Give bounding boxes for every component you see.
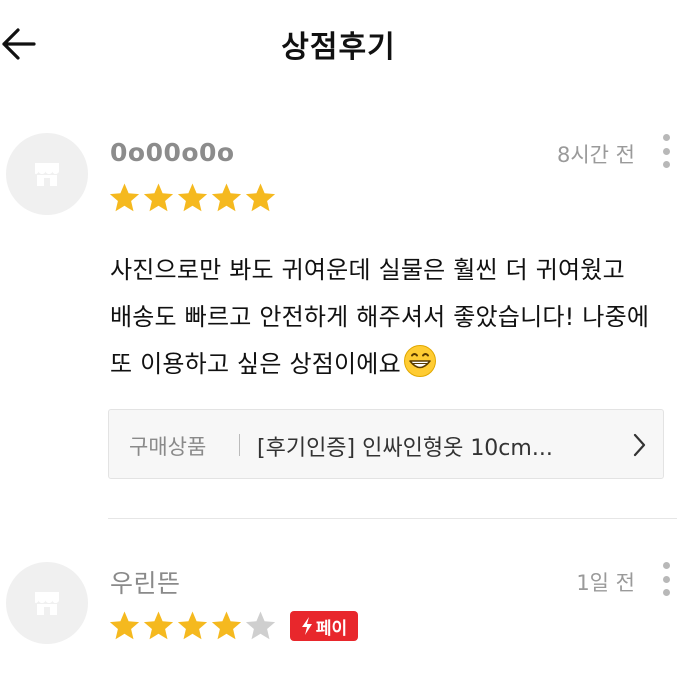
star-filled-icon bbox=[245, 183, 276, 212]
star-rating bbox=[108, 182, 277, 215]
lightning-icon bbox=[301, 617, 312, 635]
star-filled-icon bbox=[177, 611, 208, 640]
star-empty-icon bbox=[245, 611, 276, 640]
reviewer-name[interactable]: 우린뜬 bbox=[110, 564, 181, 600]
reviewer-name[interactable]: 0o00o0o bbox=[110, 138, 235, 167]
star-filled-icon bbox=[143, 183, 174, 212]
review-timestamp: 8시간 전 bbox=[557, 143, 635, 167]
review-text-content: 사진으로만 봐도 귀여운데 실물은 훨씬 더 귀여웠고 배송도 빠르고 안전하게… bbox=[110, 256, 650, 378]
review-timestamp: 1일 전 bbox=[576, 571, 635, 595]
pay-badge: 페이 bbox=[290, 611, 358, 641]
chevron-right-icon bbox=[633, 433, 646, 457]
star-filled-icon bbox=[211, 611, 242, 640]
page-title: 상점후기 bbox=[281, 30, 396, 65]
avatar[interactable] bbox=[6, 562, 88, 644]
product-separator bbox=[239, 434, 240, 456]
pay-badge-label: 페이 bbox=[315, 618, 348, 639]
star-filled-icon bbox=[143, 611, 174, 640]
star-rating bbox=[108, 610, 277, 643]
star-filled-icon bbox=[109, 611, 140, 640]
avatar[interactable] bbox=[6, 133, 88, 215]
shop-icon bbox=[35, 163, 59, 186]
product-name: [후기인증] 인싸인형옷 10cm... bbox=[257, 436, 553, 461]
purchased-product-link[interactable]: 구매상품 [후기인증] 인싸인형옷 10cm... bbox=[108, 409, 664, 479]
app-header: 상점후기 bbox=[0, 0, 677, 90]
star-filled-icon bbox=[177, 183, 208, 212]
star-filled-icon bbox=[211, 183, 242, 212]
star-filled-icon bbox=[109, 183, 140, 212]
shop-icon bbox=[35, 592, 59, 615]
grinning-face-emoji bbox=[403, 345, 436, 377]
review-divider bbox=[108, 518, 677, 519]
review-text: 사진으로만 봐도 귀여운데 실물은 훨씬 더 귀여웠고 배송도 빠르고 안전하게… bbox=[110, 247, 655, 388]
product-label: 구매상품 bbox=[129, 435, 207, 459]
kebab-menu-icon[interactable] bbox=[657, 134, 675, 168]
kebab-menu-icon[interactable] bbox=[657, 562, 675, 596]
